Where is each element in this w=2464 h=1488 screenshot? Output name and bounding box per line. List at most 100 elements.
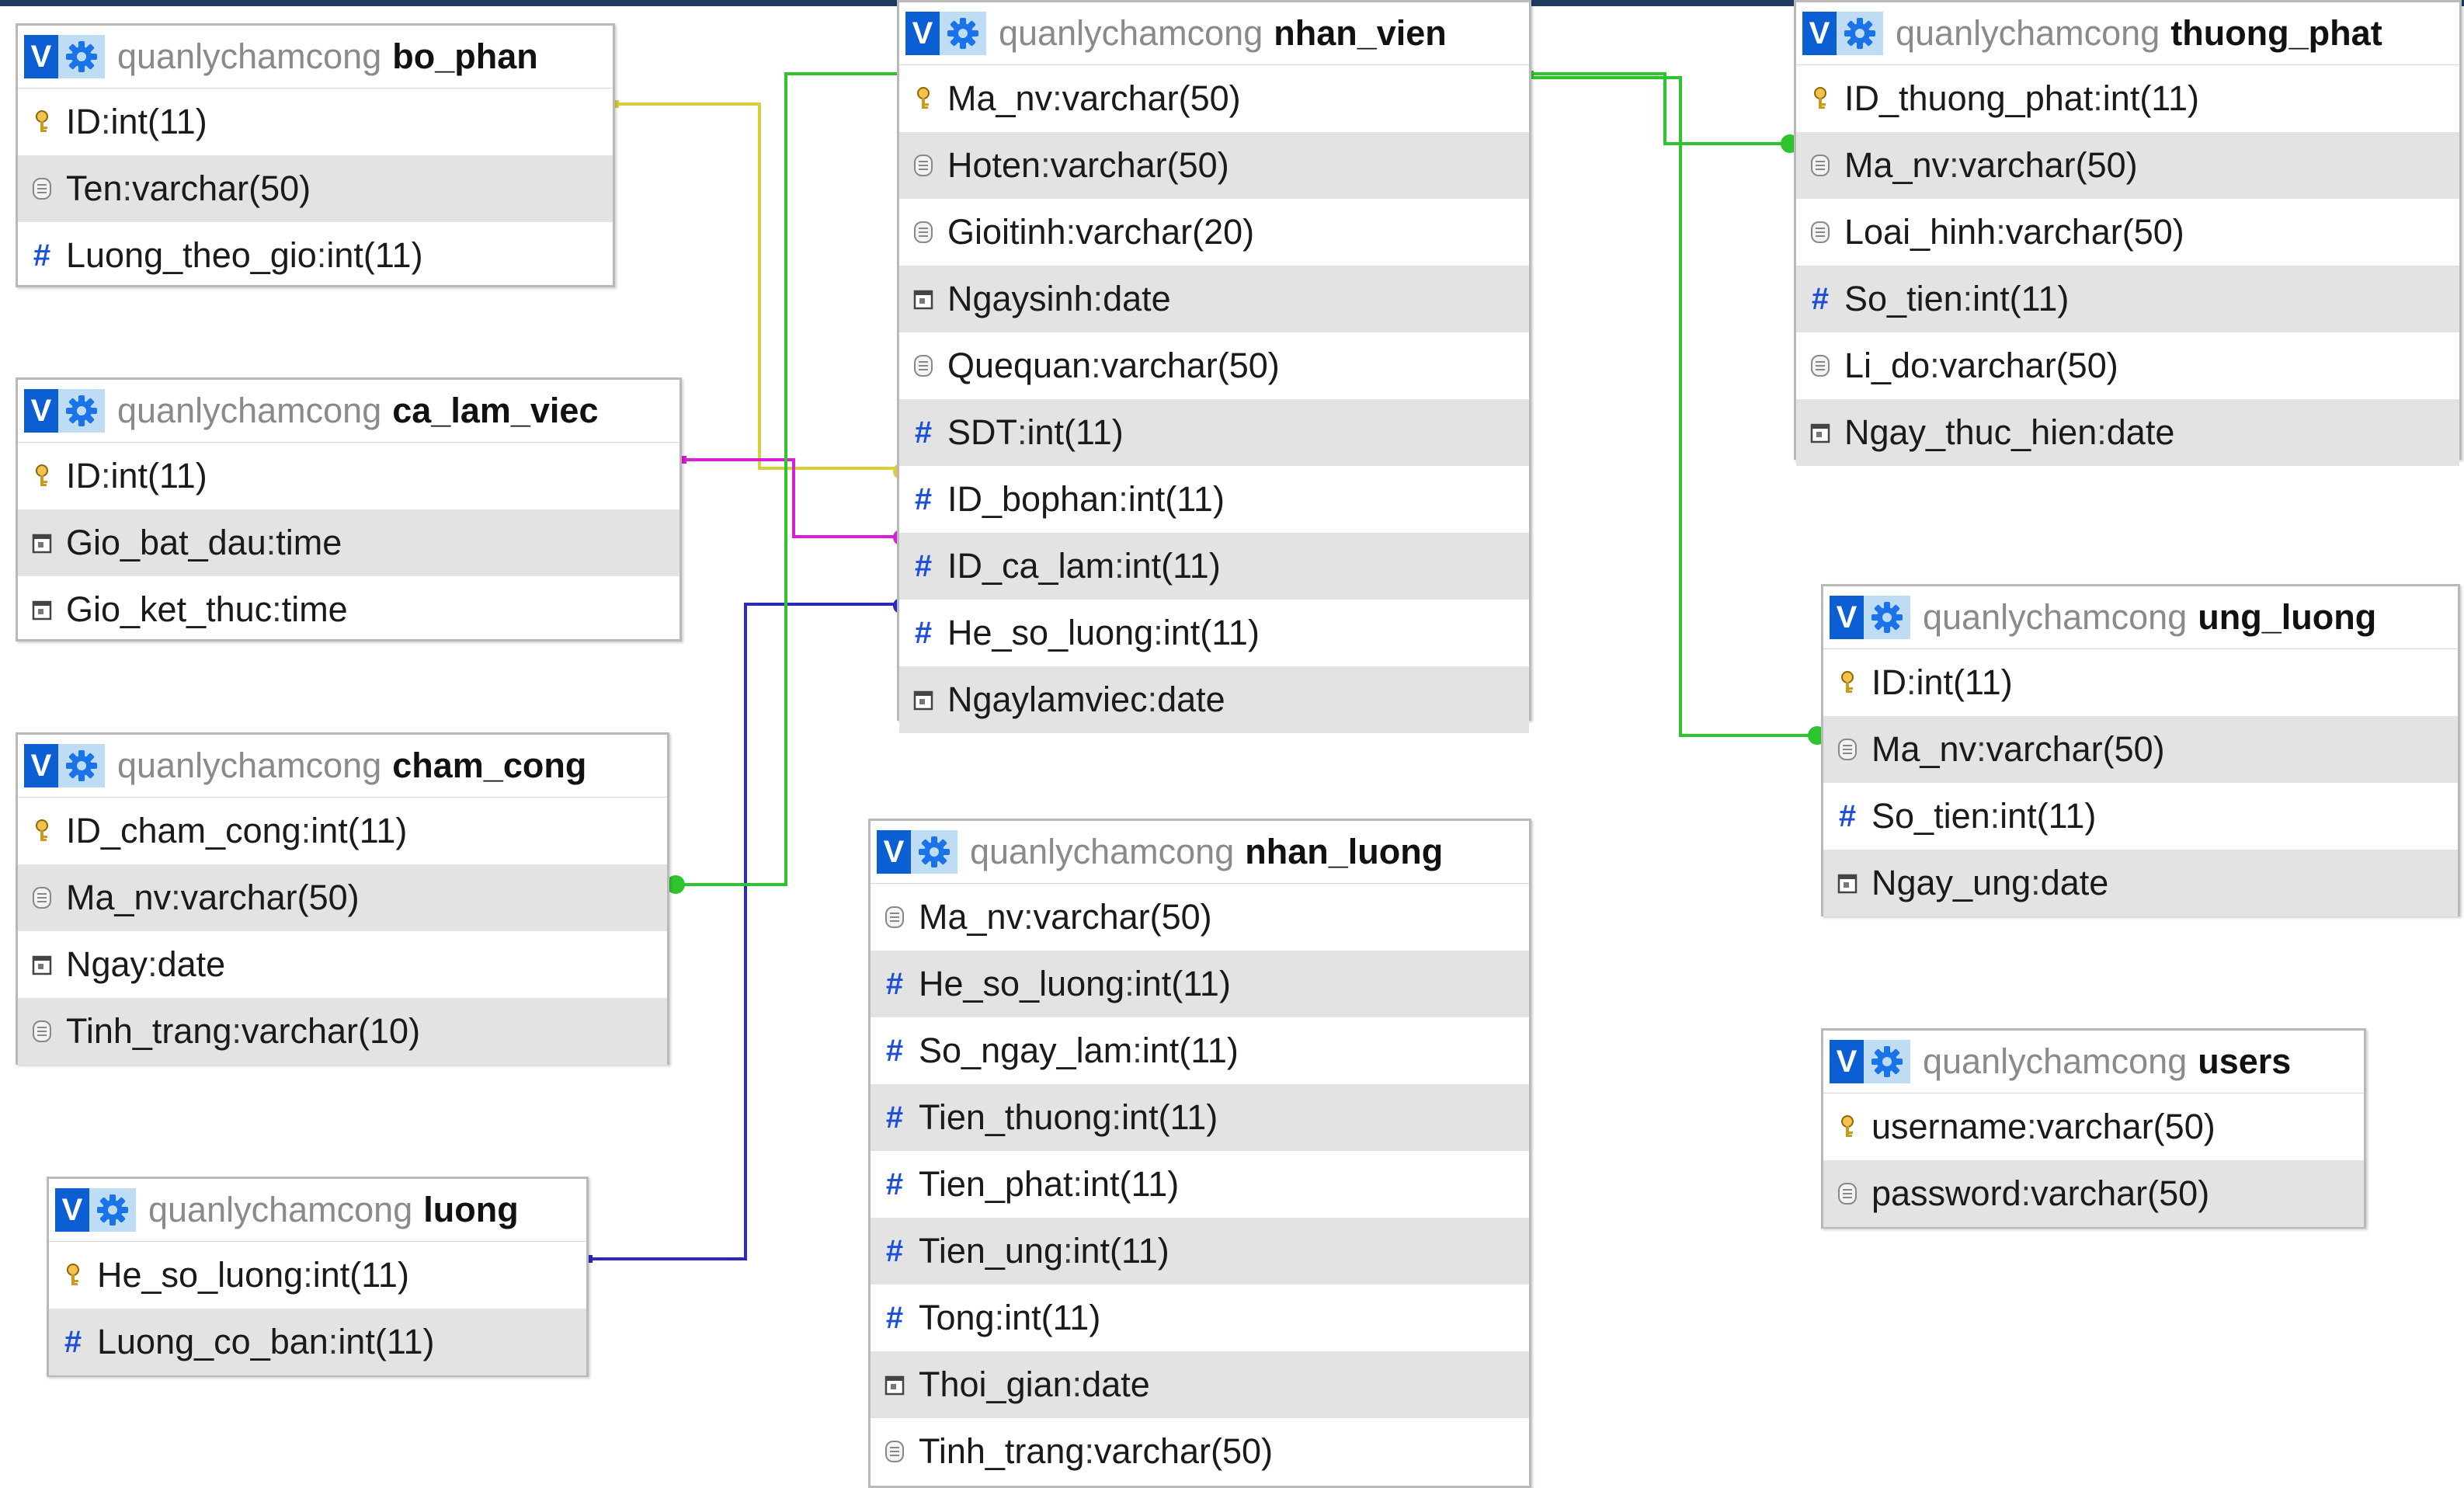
hash-icon: # bbox=[914, 615, 933, 650]
gear-icon[interactable] bbox=[1864, 596, 1910, 639]
field-row[interactable]: ID : int(11) bbox=[18, 89, 613, 155]
table-header[interactable]: Vquanlychamcong bo_phan bbox=[18, 26, 613, 89]
table-header[interactable]: Vquanlychamcong users bbox=[1823, 1031, 2364, 1093]
field-row[interactable]: # He_so_luong : int(11) bbox=[871, 951, 1529, 1017]
gear-icon[interactable] bbox=[1864, 1040, 1910, 1083]
field-row[interactable]: Gio_ket_thuc : time bbox=[18, 576, 679, 643]
field-row[interactable]: # Tien_phat : int(11) bbox=[871, 1151, 1529, 1218]
field-row[interactable]: # Luong_theo_gio : int(11) bbox=[18, 222, 613, 289]
table-toggle-button[interactable]: V bbox=[55, 1188, 89, 1232]
field-row[interactable]: Ngay_thuc_hien : date bbox=[1796, 399, 2459, 466]
field-row[interactable]: Ma_nv : varchar(50) bbox=[18, 864, 667, 931]
field-type: int(11) bbox=[1004, 1298, 1101, 1337]
gear-icon[interactable] bbox=[1837, 12, 1883, 55]
field-separator: : bbox=[148, 944, 158, 984]
field-row[interactable]: # Tong : int(11) bbox=[871, 1285, 1529, 1351]
field-row[interactable]: # SDT : int(11) bbox=[899, 399, 1529, 466]
field-row[interactable]: Ngay_ung : date bbox=[1823, 850, 2458, 916]
field-row[interactable]: Ma_nv : varchar(50) bbox=[1823, 716, 2458, 783]
field-separator: : bbox=[1084, 1431, 1094, 1471]
gear-icon[interactable] bbox=[940, 12, 986, 55]
field-row[interactable]: # Tien_thuong : int(11) bbox=[871, 1084, 1529, 1151]
field-row[interactable]: Gioitinh : varchar(20) bbox=[899, 199, 1529, 266]
field-row[interactable]: Gio_bat_dau : time bbox=[18, 509, 679, 576]
field-row[interactable]: Ngaysinh : date bbox=[899, 266, 1529, 332]
table-header[interactable]: Vquanlychamcong thuong_phat bbox=[1796, 2, 2459, 65]
field-row[interactable]: He_so_luong : int(11) bbox=[49, 1242, 586, 1309]
field-row[interactable]: Ten : varchar(50) bbox=[18, 155, 613, 222]
table-thuong_phat[interactable]: Vquanlychamcong thuong_phat ID_thuong_phat… bbox=[1794, 0, 2462, 466]
table-toggle-button[interactable]: V bbox=[877, 830, 911, 874]
field-separator: : bbox=[1114, 546, 1124, 586]
field-separator: : bbox=[2027, 1107, 2037, 1146]
field-row[interactable]: Tinh_trang : varchar(10) bbox=[18, 998, 667, 1065]
table-nhan_luong[interactable]: Vquanlychamcong nhan_luong Ma_nv : varchar… bbox=[868, 819, 1531, 1488]
table-nhan_vien[interactable]: Vquanlychamcong nhan_vien Ma_nv : varchar(… bbox=[897, 0, 1531, 733]
field-row[interactable]: Hoten : varchar(50) bbox=[899, 132, 1529, 199]
table-ung_luong[interactable]: Vquanlychamcong ung_luong ID : int(11) Ma_n… bbox=[1821, 584, 2460, 916]
field-name: Ngay_ung bbox=[1871, 863, 2031, 902]
field-separator: : bbox=[1052, 78, 1062, 118]
field-row[interactable]: # Tien_ung : int(11) bbox=[871, 1218, 1529, 1285]
table-toggle-button[interactable]: V bbox=[24, 744, 58, 787]
calendar-icon bbox=[883, 1374, 906, 1396]
field-separator: : bbox=[272, 589, 282, 629]
field-row[interactable]: Tinh_trang : varchar(50) bbox=[871, 1418, 1529, 1485]
field-row[interactable]: ID : int(11) bbox=[18, 443, 679, 509]
gear-icon[interactable] bbox=[58, 389, 105, 433]
field-row[interactable]: Li_do : varchar(50) bbox=[1796, 332, 2459, 399]
field-row[interactable]: username : varchar(50) bbox=[1823, 1093, 2364, 1160]
table-users[interactable]: Vquanlychamcong users username : varchar(5… bbox=[1821, 1028, 2366, 1229]
field-row[interactable]: ID : int(11) bbox=[1823, 649, 2458, 716]
calendar-icon bbox=[912, 689, 935, 711]
field-separator: : bbox=[2031, 863, 2041, 902]
table-luong[interactable]: Vquanlychamcong luong He_so_luong : int(11… bbox=[47, 1177, 589, 1377]
field-row[interactable]: # He_so_luong : int(11) bbox=[899, 600, 1529, 666]
field-type: date bbox=[2106, 412, 2175, 452]
table-ca_lam_viec[interactable]: Vquanlychamcong ca_lam_viec ID : int(11) Gi… bbox=[16, 377, 682, 641]
table-header[interactable]: Vquanlychamcong cham_cong bbox=[18, 735, 667, 798]
table-toggle-button[interactable]: V bbox=[24, 35, 58, 78]
field-row[interactable]: # So_tien : int(11) bbox=[1823, 783, 2458, 850]
field-row[interactable]: Thoi_gian : date bbox=[871, 1351, 1529, 1418]
field-name: Ma_nv bbox=[919, 897, 1024, 937]
field-row[interactable]: password : varchar(50) bbox=[1823, 1160, 2364, 1227]
table-toggle-button[interactable]: V bbox=[24, 389, 58, 433]
table-toggle-button[interactable]: V bbox=[1830, 596, 1864, 639]
field-name: Loai_hinh bbox=[1844, 212, 1997, 252]
field-name: Ngaylamviec bbox=[947, 680, 1148, 719]
hash-icon: # bbox=[885, 966, 904, 1001]
field-row[interactable]: ID_cham_cong : int(11) bbox=[18, 798, 667, 864]
table-toggle-button[interactable]: V bbox=[1802, 12, 1837, 55]
field-row[interactable]: Quequan : varchar(50) bbox=[899, 332, 1529, 399]
field-row[interactable]: # So_ngay_lam : int(11) bbox=[871, 1017, 1529, 1084]
field-row[interactable]: # ID_bophan : int(11) bbox=[899, 466, 1529, 533]
table-toggle-button[interactable]: V bbox=[1830, 1040, 1864, 1083]
gear-icon[interactable] bbox=[58, 744, 105, 787]
table-toggle-button[interactable]: V bbox=[905, 12, 940, 55]
field-separator: : bbox=[101, 456, 111, 495]
gear-icon[interactable] bbox=[89, 1188, 136, 1232]
field-row[interactable]: # So_tien : int(11) bbox=[1796, 266, 2459, 332]
table-header[interactable]: Vquanlychamcong luong bbox=[49, 1179, 586, 1242]
table-header[interactable]: Vquanlychamcong ca_lam_viec bbox=[18, 380, 679, 443]
field-row[interactable]: ID_thuong_phat : int(11) bbox=[1796, 65, 2459, 132]
field-row[interactable]: Ma_nv : varchar(50) bbox=[1796, 132, 2459, 199]
table-header[interactable]: Vquanlychamcong ung_luong bbox=[1823, 586, 2458, 649]
gear-icon[interactable] bbox=[58, 35, 105, 78]
field-row[interactable]: # ID_ca_lam : int(11) bbox=[899, 533, 1529, 600]
field-row[interactable]: Ma_nv : varchar(50) bbox=[871, 884, 1529, 951]
table-cham_cong[interactable]: Vquanlychamcong cham_cong ID_cham_cong : i… bbox=[16, 732, 669, 1065]
field-row[interactable]: Loai_hinh : varchar(50) bbox=[1796, 199, 2459, 266]
table-name: ca_lam_viec bbox=[392, 391, 599, 430]
field-row[interactable]: Ma_nv : varchar(50) bbox=[899, 65, 1529, 132]
field-row[interactable]: Ngaylamviec : date bbox=[899, 666, 1529, 733]
gear-icon[interactable] bbox=[911, 830, 957, 874]
field-row[interactable]: # Luong_co_ban : int(11) bbox=[49, 1309, 586, 1375]
table-header[interactable]: Vquanlychamcong nhan_luong bbox=[871, 821, 1529, 884]
table-header[interactable]: Vquanlychamcong nhan_vien bbox=[899, 2, 1529, 65]
table-bo_phan[interactable]: Vquanlychamcong bo_phan ID : int(11) Ten : … bbox=[16, 23, 615, 287]
field-separator: : bbox=[122, 169, 133, 208]
field-type: int(11) bbox=[312, 1255, 409, 1295]
field-row[interactable]: Ngay : date bbox=[18, 931, 667, 998]
